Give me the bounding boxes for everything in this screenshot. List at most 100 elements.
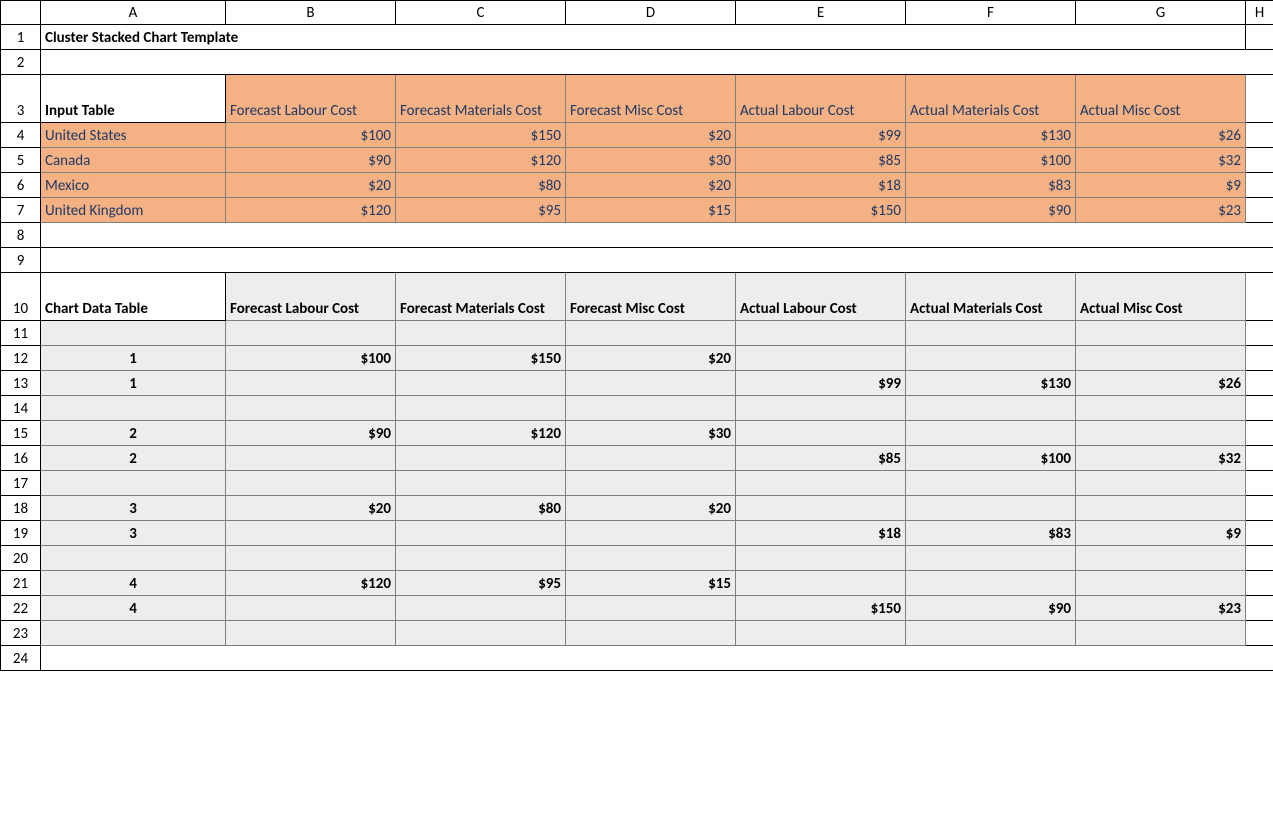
chart-cell[interactable]	[906, 421, 1076, 446]
chart-cell[interactable]	[1076, 471, 1246, 496]
chart-cell[interactable]	[226, 621, 396, 646]
chart-cell[interactable]: $150	[736, 596, 906, 621]
chart-cell[interactable]	[736, 571, 906, 596]
chart-cell[interactable]: $130	[906, 371, 1076, 396]
chart-cell[interactable]: $80	[396, 496, 566, 521]
input-row-name[interactable]: Canada	[41, 148, 226, 173]
input-header[interactable]: Actual Materials Cost	[906, 75, 1076, 123]
input-cell[interactable]: $90	[906, 198, 1076, 223]
chart-cell[interactable]: $100	[906, 446, 1076, 471]
chart-cell[interactable]: $150	[396, 346, 566, 371]
chart-row-index[interactable]	[41, 546, 226, 571]
cell[interactable]	[41, 646, 1273, 671]
row-header-8[interactable]: 8	[1, 223, 41, 248]
chart-cell[interactable]	[736, 471, 906, 496]
cell[interactable]	[1246, 273, 1273, 321]
chart-header[interactable]: Actual Misc Cost	[1076, 273, 1246, 321]
chart-cell[interactable]	[1076, 496, 1246, 521]
input-row-name[interactable]: United States	[41, 123, 226, 148]
row-header-17[interactable]: 17	[1, 471, 41, 496]
chart-row-index[interactable]: 3	[41, 521, 226, 546]
chart-header[interactable]: Forecast Materials Cost	[396, 273, 566, 321]
input-header[interactable]: Actual Misc Cost	[1076, 75, 1246, 123]
input-cell[interactable]: $120	[396, 148, 566, 173]
input-row-name[interactable]: Mexico	[41, 173, 226, 198]
chart-cell[interactable]	[906, 471, 1076, 496]
input-cell[interactable]: $23	[1076, 198, 1246, 223]
col-header-A[interactable]: A	[41, 1, 226, 25]
page-title[interactable]: Cluster Stacked Chart Template	[41, 25, 1246, 50]
row-header-15[interactable]: 15	[1, 421, 41, 446]
chart-cell[interactable]: $26	[1076, 371, 1246, 396]
chart-cell[interactable]: $95	[396, 571, 566, 596]
chart-cell[interactable]	[1076, 421, 1246, 446]
chart-row-index[interactable]	[41, 321, 226, 346]
cell[interactable]	[41, 248, 1273, 273]
chart-row-index[interactable]: 4	[41, 596, 226, 621]
cell[interactable]	[1246, 396, 1273, 421]
row-header-22[interactable]: 22	[1, 596, 41, 621]
chart-cell[interactable]	[566, 371, 736, 396]
col-header-F[interactable]: F	[906, 1, 1076, 25]
chart-cell[interactable]: $9	[1076, 521, 1246, 546]
row-header-21[interactable]: 21	[1, 571, 41, 596]
chart-cell[interactable]: $30	[566, 421, 736, 446]
input-cell[interactable]: $20	[566, 123, 736, 148]
input-header[interactable]: Forecast Materials Cost	[396, 75, 566, 123]
input-cell[interactable]: $99	[736, 123, 906, 148]
row-header-2[interactable]: 2	[1, 50, 41, 75]
input-cell[interactable]: $30	[566, 148, 736, 173]
chart-row-index[interactable]: 1	[41, 371, 226, 396]
chart-cell[interactable]	[1076, 546, 1246, 571]
chart-cell[interactable]	[736, 321, 906, 346]
chart-row-index[interactable]: 2	[41, 446, 226, 471]
input-cell[interactable]: $20	[226, 173, 396, 198]
input-cell[interactable]: $150	[736, 198, 906, 223]
cell[interactable]	[1246, 496, 1273, 521]
chart-cell[interactable]	[396, 596, 566, 621]
cell[interactable]	[1246, 421, 1273, 446]
chart-cell[interactable]	[906, 496, 1076, 521]
chart-cell[interactable]	[1076, 571, 1246, 596]
chart-cell[interactable]	[1076, 621, 1246, 646]
row-header-9[interactable]: 9	[1, 248, 41, 273]
input-cell[interactable]: $32	[1076, 148, 1246, 173]
chart-cell[interactable]	[396, 521, 566, 546]
input-header[interactable]: Actual Labour Cost	[736, 75, 906, 123]
chart-cell[interactable]	[1076, 396, 1246, 421]
chart-cell[interactable]	[736, 621, 906, 646]
input-cell[interactable]: $26	[1076, 123, 1246, 148]
chart-cell[interactable]	[906, 571, 1076, 596]
chart-cell[interactable]	[736, 421, 906, 446]
chart-cell[interactable]	[736, 346, 906, 371]
input-cell[interactable]: $80	[396, 173, 566, 198]
chart-row-index[interactable]	[41, 471, 226, 496]
row-header-13[interactable]: 13	[1, 371, 41, 396]
row-header-16[interactable]: 16	[1, 446, 41, 471]
col-header-E[interactable]: E	[736, 1, 906, 25]
col-header-H[interactable]: H	[1246, 1, 1273, 25]
row-header-11[interactable]: 11	[1, 321, 41, 346]
chart-cell[interactable]: $83	[906, 521, 1076, 546]
chart-row-index[interactable]: 2	[41, 421, 226, 446]
chart-cell[interactable]	[566, 471, 736, 496]
chart-cell[interactable]: $90	[906, 596, 1076, 621]
chart-cell[interactable]	[226, 371, 396, 396]
cell[interactable]	[41, 223, 1273, 248]
cell[interactable]	[1246, 173, 1273, 198]
cell[interactable]	[1246, 148, 1273, 173]
chart-row-index[interactable]: 1	[41, 346, 226, 371]
row-header-14[interactable]: 14	[1, 396, 41, 421]
chart-cell[interactable]: $20	[566, 346, 736, 371]
input-cell[interactable]: $120	[226, 198, 396, 223]
cell[interactable]	[1246, 571, 1273, 596]
chart-cell[interactable]	[226, 471, 396, 496]
col-header-C[interactable]: C	[396, 1, 566, 25]
chart-cell[interactable]	[906, 321, 1076, 346]
chart-cell[interactable]: $18	[736, 521, 906, 546]
cell[interactable]	[1246, 521, 1273, 546]
row-header-18[interactable]: 18	[1, 496, 41, 521]
row-header-10[interactable]: 10	[1, 273, 41, 321]
input-cell[interactable]: $9	[1076, 173, 1246, 198]
row-header-4[interactable]: 4	[1, 123, 41, 148]
